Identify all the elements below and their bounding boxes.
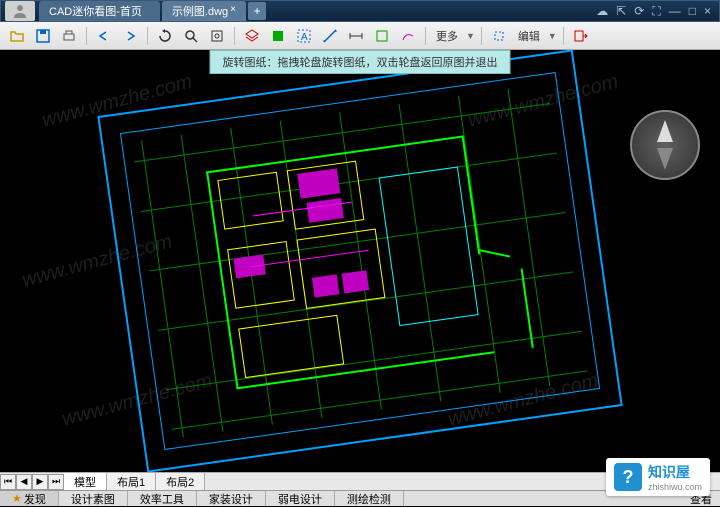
tab-file[interactable]: 示例图.dwg × — [162, 1, 246, 21]
open-button[interactable] — [6, 25, 28, 47]
tab-home[interactable]: CAD迷你看图-首页 — [39, 1, 160, 21]
expand-icon[interactable]: ⛶ — [652, 4, 660, 19]
measure-button[interactable] — [319, 25, 341, 47]
fit-button[interactable] — [206, 25, 228, 47]
hint-tooltip: 旋转图纸：拖拽轮盘旋转图纸，双击轮盘返回原图并退出 — [210, 50, 511, 74]
maximize-icon[interactable]: □ — [689, 4, 696, 19]
layers-button[interactable] — [241, 25, 263, 47]
zoom-button[interactable] — [180, 25, 202, 47]
dimension-button[interactable] — [345, 25, 367, 47]
bottom-tab-survey[interactable]: 测绘检测 — [335, 491, 404, 506]
area-button[interactable] — [371, 25, 393, 47]
tab-nav-first[interactable]: ⏮ — [0, 474, 16, 490]
avatar[interactable] — [5, 1, 35, 21]
tab-label: 示例图.dwg — [172, 3, 228, 19]
tab-nav-next[interactable]: ▶ — [32, 474, 48, 490]
logo-icon: ? — [614, 463, 642, 491]
color-button[interactable] — [267, 25, 289, 47]
tab-nav-prev[interactable]: ◀ — [16, 474, 32, 490]
dropdown-icon[interactable]: ▼ — [466, 31, 475, 41]
redo-button[interactable] — [119, 25, 141, 47]
cad-drawing — [75, 50, 646, 472]
dropdown-icon[interactable]: ▼ — [548, 31, 557, 41]
rotate-button[interactable] — [154, 25, 176, 47]
bottom-tab-home[interactable]: 家装设计 — [197, 491, 266, 506]
minimize-icon[interactable]: — — [669, 4, 681, 19]
tab-add-button[interactable]: + — [248, 2, 266, 20]
logo-watermark: ? 知识屋 zhishiwu.com — [606, 458, 710, 496]
text-button[interactable]: A — [293, 25, 315, 47]
svg-text:A: A — [301, 32, 308, 43]
exit-button[interactable] — [570, 25, 592, 47]
compass-widget[interactable] — [630, 110, 700, 180]
bottom-tab-discover[interactable]: ★发现 — [0, 491, 59, 506]
tab-nav-last[interactable]: ⏭ — [48, 474, 64, 490]
select-button[interactable] — [488, 25, 510, 47]
close-icon[interactable]: × — [230, 4, 242, 16]
more-button[interactable]: 更多 — [432, 28, 462, 44]
refresh-icon[interactable]: ⟳ — [634, 4, 644, 19]
logo-en: zhishiwu.com — [648, 482, 702, 492]
toolbar: A 更多 ▼ 编辑 ▼ — [0, 22, 720, 50]
cloud-icon[interactable]: ☁ — [596, 4, 608, 19]
save-button[interactable] — [32, 25, 54, 47]
close-icon[interactable]: × — [704, 4, 711, 19]
edit-button[interactable]: 编辑 — [514, 28, 544, 44]
bottom-tab-tools[interactable]: 效率工具 — [128, 491, 197, 506]
layout-tab-2[interactable]: 布局2 — [156, 473, 205, 491]
layout-tab-1[interactable]: 布局1 — [107, 473, 156, 491]
bottom-tab-elec[interactable]: 弱电设计 — [266, 491, 335, 506]
tab-label: CAD迷你看图-首页 — [49, 3, 142, 19]
path-button[interactable] — [397, 25, 419, 47]
layout-tab-model[interactable]: 模型 — [64, 473, 107, 491]
share-icon[interactable]: ⇱ — [616, 4, 626, 19]
undo-button[interactable] — [93, 25, 115, 47]
print-button[interactable] — [58, 25, 80, 47]
logo-cn: 知识屋 — [648, 462, 702, 482]
drawing-canvas[interactable]: www.wmzhe.com www.wmzhe.com www.wmzhe.co… — [0, 50, 720, 472]
bottom-tab-design[interactable]: 设计素图 — [59, 491, 128, 506]
